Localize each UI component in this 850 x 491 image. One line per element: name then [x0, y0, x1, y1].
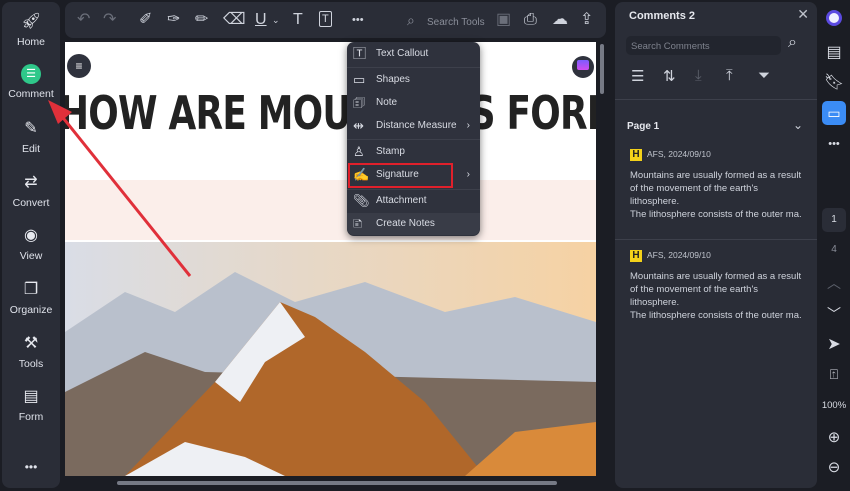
ai-robot-icon[interactable] — [818, 10, 850, 29]
page-down-icon[interactable]: ﹀ — [818, 304, 850, 324]
highlight-badge: H — [630, 250, 642, 262]
page-up-icon[interactable]: ︿ — [818, 273, 850, 293]
current-page[interactable]: 1 — [822, 208, 846, 232]
comment-item[interactable]: H AFS, 2024/09/10 Mountains are usually f… — [615, 250, 817, 322]
right-rail: ▤ 🔖︎ ▭ ••• 1 4 ︿ ﹀ ➤ ⍐ 100% ⊕ ⊖ — [818, 0, 850, 491]
comment-meta: AFS, 2024/09/10 — [647, 149, 711, 159]
select-cursor-icon[interactable]: ➤ — [818, 334, 850, 354]
chevron-right-icon: › — [466, 120, 470, 131]
search-icon[interactable]: ⌕ — [788, 34, 797, 52]
expand-all-icon[interactable]: ⤒ — [726, 67, 733, 84]
zoom-level[interactable]: 100% — [818, 400, 850, 411]
thumbnails-icon[interactable]: ▤ — [818, 42, 850, 62]
menu-item-distance-measure[interactable]: ⇹ Distance Measure › — [347, 115, 480, 137]
comment-item[interactable]: H AFS, 2024/09/10 Mountains are usually f… — [615, 149, 817, 221]
list-icon[interactable]: ☰ — [631, 67, 644, 85]
comment-text: Mountains are usually formed as a result… — [630, 170, 802, 220]
highlight-badge: H — [630, 149, 642, 161]
text-callout-icon: 🅃︎ — [353, 46, 367, 61]
page-group-label: Page 1 — [627, 121, 660, 132]
create-notes-icon: 🗈︎ — [353, 216, 363, 231]
signature-highlight-box — [348, 163, 453, 188]
stamp-icon: ♙ — [353, 144, 365, 159]
zoom-in-icon[interactable]: ⊕ — [818, 428, 850, 446]
note-icon: 🗊︎ — [353, 95, 366, 110]
menu-item-shapes[interactable]: ▭ Shapes — [347, 69, 480, 91]
comments-panel-icon[interactable]: ▭ — [822, 101, 846, 125]
menu-item-create-notes[interactable]: 🗈︎ Create Notes — [347, 213, 480, 235]
divider — [347, 139, 480, 140]
chevron-down-icon[interactable]: ⌄ — [793, 118, 803, 132]
collapse-all-icon[interactable]: ⤓ — [695, 67, 702, 84]
total-pages: 4 — [831, 244, 837, 255]
close-icon[interactable]: ✕ — [797, 6, 809, 23]
menu-item-attachment[interactable]: 📎︎ Attachment — [347, 190, 480, 212]
menu-item-stamp[interactable]: ♙ Stamp — [347, 141, 480, 163]
more-icon[interactable]: ••• — [818, 138, 850, 150]
comments-panel: Comments 2 ✕ Search Comments ⌕ ☰ ⇅ ⤓ ⤒ ⏷… — [615, 2, 817, 488]
fit-page-icon[interactable]: ⍐ — [818, 366, 850, 383]
paperclip-icon: 📎︎ — [353, 193, 370, 208]
search-comments-input[interactable]: Search Comments — [626, 36, 781, 55]
divider — [615, 239, 817, 240]
menu-item-note[interactable]: 🗊︎ Note — [347, 92, 480, 114]
chevron-right-icon: › — [466, 169, 470, 180]
comment-meta: AFS, 2024/09/10 — [647, 250, 711, 260]
ruler-icon: ⇹ — [353, 118, 364, 133]
comment-tools-menu: 🅃︎ Text Callout ▭ Shapes 🗊︎ Note ⇹ Distance … — [347, 42, 480, 236]
divider — [347, 67, 480, 68]
menu-item-text-callout[interactable]: 🅃︎ Text Callout — [347, 43, 480, 65]
zoom-out-icon[interactable]: ⊖ — [818, 458, 850, 476]
divider — [615, 99, 817, 100]
rectangle-icon: ▭ — [353, 72, 366, 87]
sort-icon[interactable]: ⇅ — [663, 67, 676, 85]
bookmark-icon[interactable]: 🔖︎ — [818, 72, 850, 92]
filter-icon[interactable]: ⏷ — [758, 67, 770, 84]
comment-text: Mountains are usually formed as a result… — [630, 271, 802, 321]
comments-title: Comments 2 — [629, 10, 696, 22]
